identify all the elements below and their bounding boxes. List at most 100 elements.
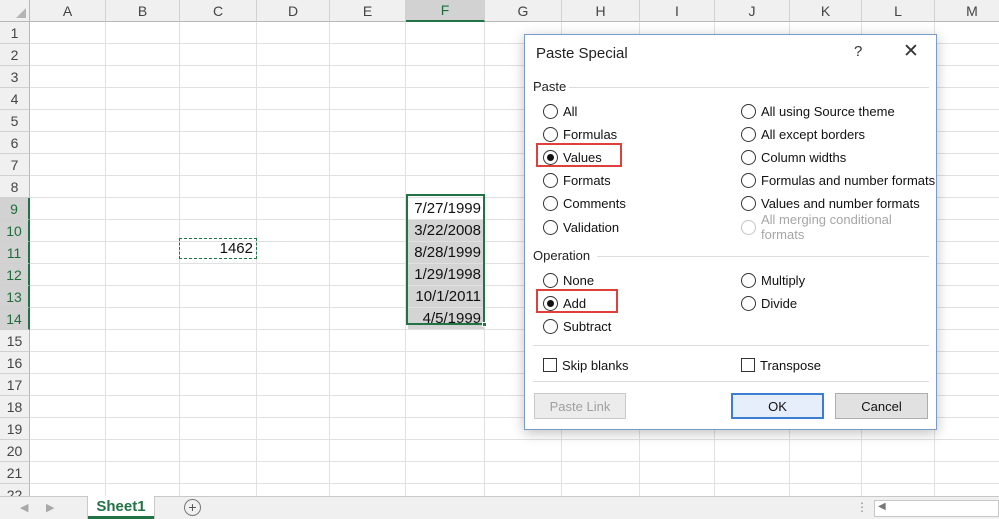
option-all-except-borders[interactable]: All except borders: [741, 125, 865, 143]
option-label: Multiply: [761, 272, 806, 288]
column-gridline: [256, 22, 257, 496]
option-all-using-source-theme[interactable]: All using Source theme: [741, 102, 895, 120]
option-label: All: [563, 103, 578, 119]
radio-all-using-source-theme[interactable]: [741, 103, 756, 119]
paste-section-label: Paste: [533, 79, 567, 94]
values-highlight-box: [536, 143, 622, 167]
row-header-21[interactable]: 21: [0, 462, 30, 484]
option-label: Formulas and number formats: [761, 173, 936, 189]
copied-cell-c11[interactable]: 1462: [179, 238, 257, 259]
transpose-option[interactable]: Transpose: [741, 356, 821, 374]
option-subtract[interactable]: Subtract: [543, 317, 611, 335]
option-comments[interactable]: Comments: [543, 195, 626, 213]
radio-formulas-and-number-formats[interactable]: [741, 173, 756, 189]
operation-section-label: Operation: [533, 248, 591, 263]
radio-none[interactable]: [543, 272, 558, 288]
row-header-11[interactable]: 11: [0, 242, 30, 264]
radio-formats[interactable]: [543, 173, 558, 189]
help-button[interactable]: ?: [854, 43, 862, 60]
row-header-10[interactable]: 10: [0, 220, 30, 242]
add-sheet-button[interactable]: +: [184, 499, 201, 516]
fill-handle[interactable]: [482, 322, 487, 327]
option-multiply[interactable]: Multiply: [741, 271, 805, 289]
scroll-left-arrow-icon[interactable]: ◀: [878, 501, 886, 512]
row-gridline: [30, 461, 999, 462]
column-header-j[interactable]: J: [715, 0, 790, 22]
radio-validation[interactable]: [543, 219, 558, 235]
column-header-i[interactable]: I: [640, 0, 715, 22]
radio-divide[interactable]: [741, 295, 756, 311]
option-label: Formats: [563, 173, 611, 189]
option-none[interactable]: None: [543, 271, 594, 289]
row-header-4[interactable]: 4: [0, 88, 30, 110]
row-header-1[interactable]: 1: [0, 22, 30, 44]
option-label: Values and number formats: [761, 196, 920, 212]
scroll-tabs-left-icon[interactable]: ◀: [20, 501, 28, 514]
option-formulas-and-number-formats[interactable]: Formulas and number formats: [741, 172, 935, 190]
close-button[interactable]: ✕: [903, 40, 919, 63]
radio-comments[interactable]: [543, 196, 558, 212]
option-label: All except borders: [761, 126, 866, 142]
row-header-8[interactable]: 8: [0, 176, 30, 198]
options-divider: [533, 345, 929, 346]
column-header-e[interactable]: E: [330, 0, 406, 22]
row-header-14[interactable]: 14: [0, 308, 30, 330]
row-header-9[interactable]: 9: [0, 198, 30, 220]
row-header-2[interactable]: 2: [0, 44, 30, 66]
option-divide[interactable]: Divide: [741, 294, 797, 312]
column-header-c[interactable]: C: [180, 0, 257, 22]
skip-blanks-option[interactable]: Skip blanks: [543, 356, 628, 374]
row-header-16[interactable]: 16: [0, 352, 30, 374]
column-header-d[interactable]: D: [257, 0, 330, 22]
row-header-6[interactable]: 6: [0, 132, 30, 154]
operation-divider: [597, 256, 929, 257]
radio-multiply[interactable]: [741, 272, 756, 288]
radio-column-widths[interactable]: [741, 149, 756, 165]
row-header-12[interactable]: 12: [0, 264, 30, 286]
option-label: All using Source theme: [761, 103, 895, 119]
column-header-a[interactable]: A: [30, 0, 106, 22]
option-formats[interactable]: Formats: [543, 172, 611, 190]
sheet-tab-sheet1[interactable]: Sheet1: [88, 496, 154, 519]
row-header-18[interactable]: 18: [0, 396, 30, 418]
row-header-20[interactable]: 20: [0, 440, 30, 462]
radio-all-except-borders[interactable]: [741, 126, 756, 142]
option-label: None: [563, 272, 595, 288]
option-column-widths[interactable]: Column widths: [741, 148, 846, 166]
row-header-5[interactable]: 5: [0, 110, 30, 132]
ok-button[interactable]: OK: [731, 393, 824, 419]
row-header-15[interactable]: 15: [0, 330, 30, 352]
radio-subtract[interactable]: [543, 318, 558, 334]
column-header-b[interactable]: B: [106, 0, 180, 22]
row-header-3[interactable]: 3: [0, 66, 30, 88]
option-formulas[interactable]: Formulas: [543, 125, 617, 143]
row-gridline: [30, 483, 999, 484]
splitter-handle-icon[interactable]: ⋮: [856, 500, 868, 514]
transpose-checkbox[interactable]: [741, 358, 755, 372]
paste-divider: [569, 87, 929, 88]
select-all-corner[interactable]: [0, 0, 30, 22]
radio-all[interactable]: [543, 103, 558, 119]
scroll-tabs-right-icon[interactable]: ▶: [46, 501, 54, 514]
skip-blanks-checkbox[interactable]: [543, 358, 557, 372]
column-header-g[interactable]: G: [485, 0, 562, 22]
paste-link-button[interactable]: Paste Link: [534, 393, 626, 419]
column-header-m[interactable]: M: [935, 0, 999, 22]
paste-special-dialog: Paste Special ? ✕ Paste All Formulas Value…: [524, 34, 937, 430]
column-header-h[interactable]: H: [562, 0, 640, 22]
radio-values-and-number-formats[interactable]: [741, 196, 756, 212]
option-validation[interactable]: Validation: [543, 218, 619, 236]
row-header-19[interactable]: 19: [0, 418, 30, 440]
column-header-f[interactable]: F: [406, 0, 485, 22]
radio-formulas[interactable]: [543, 126, 558, 142]
cancel-button[interactable]: Cancel: [835, 393, 928, 419]
row-header-13[interactable]: 13: [0, 286, 30, 308]
row-header-22[interactable]: 22: [0, 484, 30, 496]
row-header-17[interactable]: 17: [0, 374, 30, 396]
column-header-k[interactable]: K: [790, 0, 862, 22]
option-all[interactable]: All: [543, 102, 577, 120]
option-values-and-number-formats[interactable]: Values and number formats: [741, 195, 920, 213]
horizontal-scrollbar[interactable]: [874, 500, 999, 517]
row-header-7[interactable]: 7: [0, 154, 30, 176]
column-header-l[interactable]: L: [862, 0, 935, 22]
